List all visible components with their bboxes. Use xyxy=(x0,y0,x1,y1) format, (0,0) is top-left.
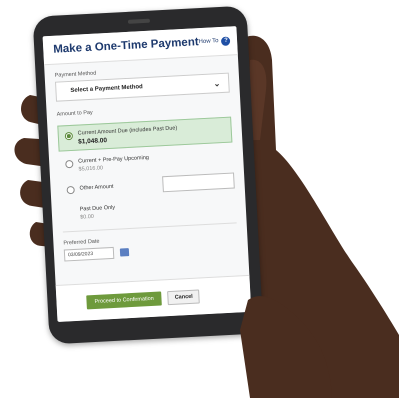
thumb-illustration xyxy=(240,296,332,398)
